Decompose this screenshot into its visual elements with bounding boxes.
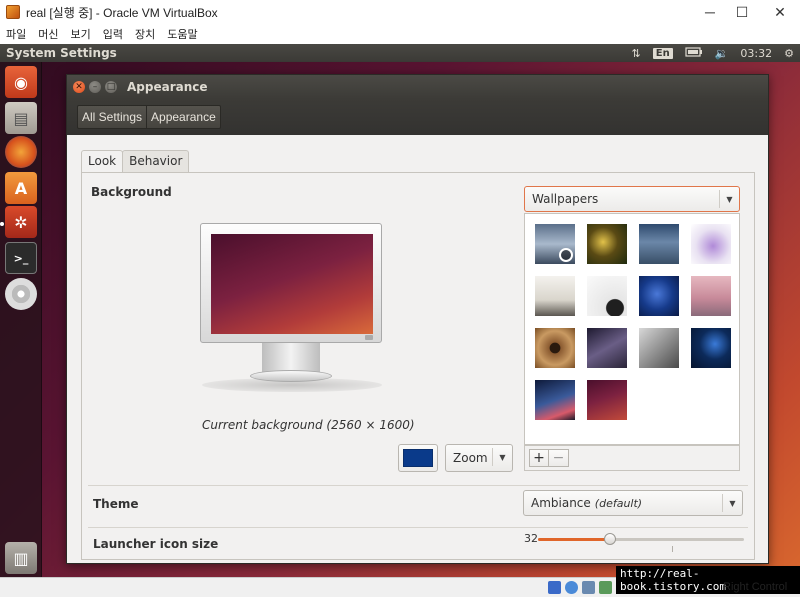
menu-devices[interactable]: 장치: [135, 26, 155, 42]
breadcrumb: All Settings Appearance: [77, 105, 221, 129]
hdd-icon[interactable]: [548, 581, 561, 594]
ubuntu-logo-icon[interactable]: ◉: [5, 66, 37, 98]
panel-clock[interactable]: 03:32: [740, 47, 772, 60]
wallpaper-source-dropdown[interactable]: Wallpapers ▼: [524, 186, 740, 212]
keyboard-icon[interactable]: En: [652, 47, 673, 59]
terminal-icon[interactable]: >_: [5, 242, 37, 274]
guest-desktop: System Settings ⇅ En 🔉 03:32 ⚙ ◉ ▤ A ✲ >…: [0, 44, 800, 577]
menu-input[interactable]: 입력: [103, 26, 123, 42]
theme-label: Theme: [93, 497, 139, 511]
separator: [88, 527, 748, 528]
add-wallpaper-button[interactable]: +: [529, 449, 549, 467]
firefox-icon[interactable]: [5, 136, 37, 168]
vbox-menubar: 파일 머신 보기 입력 장치 도움말: [0, 24, 800, 44]
slider-tick: [672, 546, 673, 552]
monitor-base: [250, 370, 332, 382]
wallpaper-thumb[interactable]: [535, 276, 575, 316]
wallpaper-thumb[interactable]: [639, 328, 679, 368]
wallpaper-grid: [524, 213, 740, 445]
launcher-icon-size-label: Launcher icon size: [93, 537, 219, 551]
chevron-down-icon: ▼: [722, 494, 742, 512]
zoom-value: Zoom: [453, 451, 488, 465]
launcher: ◉ ▤ A ✲ >_ ▥: [0, 62, 42, 577]
vbox-titlebar: real [실행 중] - Oracle VM VirtualBox ─ ☐ ✕: [0, 0, 800, 24]
wallpaper-toolbar: + −: [524, 445, 740, 471]
color-swatch: [403, 449, 433, 467]
chevron-down-icon: ▼: [492, 448, 512, 466]
wallpaper-thumb[interactable]: [587, 328, 627, 368]
window-titlebar: ✕ – □ Appearance: [67, 75, 768, 99]
window-toolbar: All Settings Appearance: [67, 99, 768, 135]
window-close-button[interactable]: ✕: [73, 81, 85, 93]
separator: [88, 485, 748, 486]
software-center-icon[interactable]: A: [5, 172, 37, 204]
background-preview: [200, 223, 382, 343]
menu-file[interactable]: 파일: [6, 26, 26, 42]
menu-view[interactable]: 보기: [71, 26, 91, 42]
remove-wallpaper-button[interactable]: −: [549, 449, 569, 467]
monitor-button: [365, 335, 373, 340]
optical-drive-icon[interactable]: [565, 581, 578, 594]
maximize-button[interactable]: ☐: [724, 0, 760, 24]
slider-handle[interactable]: [604, 533, 617, 545]
system-settings-icon[interactable]: ✲: [5, 206, 37, 238]
menu-machine[interactable]: 머신: [38, 26, 58, 42]
panel-app-title: System Settings: [6, 46, 117, 60]
content-area: Look Behavior Background Current backgro…: [67, 135, 768, 563]
theme-value: Ambiance: [531, 496, 591, 510]
wallpaper-thumb[interactable]: [587, 224, 627, 264]
network-icon[interactable]: [599, 581, 612, 594]
wallpaper-thumb[interactable]: [535, 224, 575, 264]
tab-behavior[interactable]: Behavior: [122, 150, 190, 173]
tab-bar: Look Behavior: [81, 150, 190, 173]
current-background-caption: Current background (2560 × 1600): [202, 418, 415, 432]
host-key-label: Right Control: [723, 581, 788, 593]
window-minimize-button[interactable]: –: [89, 81, 101, 93]
wallpaper-thumb[interactable]: [587, 380, 627, 420]
slider-fill: [538, 538, 611, 541]
panel-indicators: ⇅ En 🔉 03:32 ⚙: [632, 44, 794, 62]
transfer-icon[interactable]: ⇅: [632, 47, 641, 60]
monitor-stand: [262, 343, 320, 373]
gear-icon[interactable]: ⚙: [784, 47, 794, 60]
wallpaper-thumb[interactable]: [535, 328, 575, 368]
disc-icon[interactable]: [5, 278, 37, 310]
wallpaper-thumb[interactable]: [535, 380, 575, 420]
volume-icon[interactable]: 🔉: [715, 47, 729, 60]
wallpaper-thumb[interactable]: [691, 328, 731, 368]
tab-look[interactable]: Look: [81, 150, 124, 173]
look-panel: Background Current background (2560 × 16…: [81, 172, 755, 560]
breadcrumb-all-settings[interactable]: All Settings: [78, 106, 146, 128]
wallpaper-source-value: Wallpapers: [532, 192, 599, 206]
launcher-size-value: 32: [524, 532, 538, 545]
window-maximize-button[interactable]: □: [105, 81, 117, 93]
appearance-window: ✕ – □ Appearance All Settings Appearance…: [66, 74, 769, 564]
trash-icon[interactable]: ▥: [5, 542, 37, 574]
files-icon[interactable]: ▤: [5, 102, 37, 134]
vbox-window-title: real [실행 중] - Oracle VM VirtualBox: [26, 5, 218, 20]
zoom-dropdown[interactable]: Zoom ▼: [445, 444, 513, 472]
clock-icon: [559, 248, 573, 262]
wallpaper-thumb[interactable]: [691, 276, 731, 316]
battery-icon[interactable]: [685, 46, 703, 60]
menu-help[interactable]: 도움말: [167, 26, 197, 42]
color-picker-button[interactable]: [398, 444, 438, 472]
minimize-button[interactable]: ─: [692, 0, 728, 24]
window-title: Appearance: [127, 80, 208, 94]
preview-screen: [211, 234, 373, 334]
audio-icon[interactable]: [582, 581, 595, 594]
active-app-pip: [0, 222, 4, 226]
wallpaper-thumb[interactable]: [691, 224, 731, 264]
top-panel: System Settings ⇅ En 🔉 03:32 ⚙: [0, 44, 800, 62]
breadcrumb-appearance[interactable]: Appearance: [146, 106, 220, 128]
virtualbox-app-icon: [6, 5, 20, 19]
theme-default-tag: (default): [594, 496, 643, 510]
close-button[interactable]: ✕: [762, 0, 798, 24]
background-label: Background: [91, 185, 172, 199]
theme-dropdown[interactable]: Ambiance (default) ▼: [523, 490, 743, 516]
chevron-down-icon: ▼: [719, 190, 739, 208]
wallpaper-thumb[interactable]: [639, 276, 679, 316]
wallpaper-thumb[interactable]: [639, 224, 679, 264]
wallpaper-thumb[interactable]: [587, 276, 627, 316]
